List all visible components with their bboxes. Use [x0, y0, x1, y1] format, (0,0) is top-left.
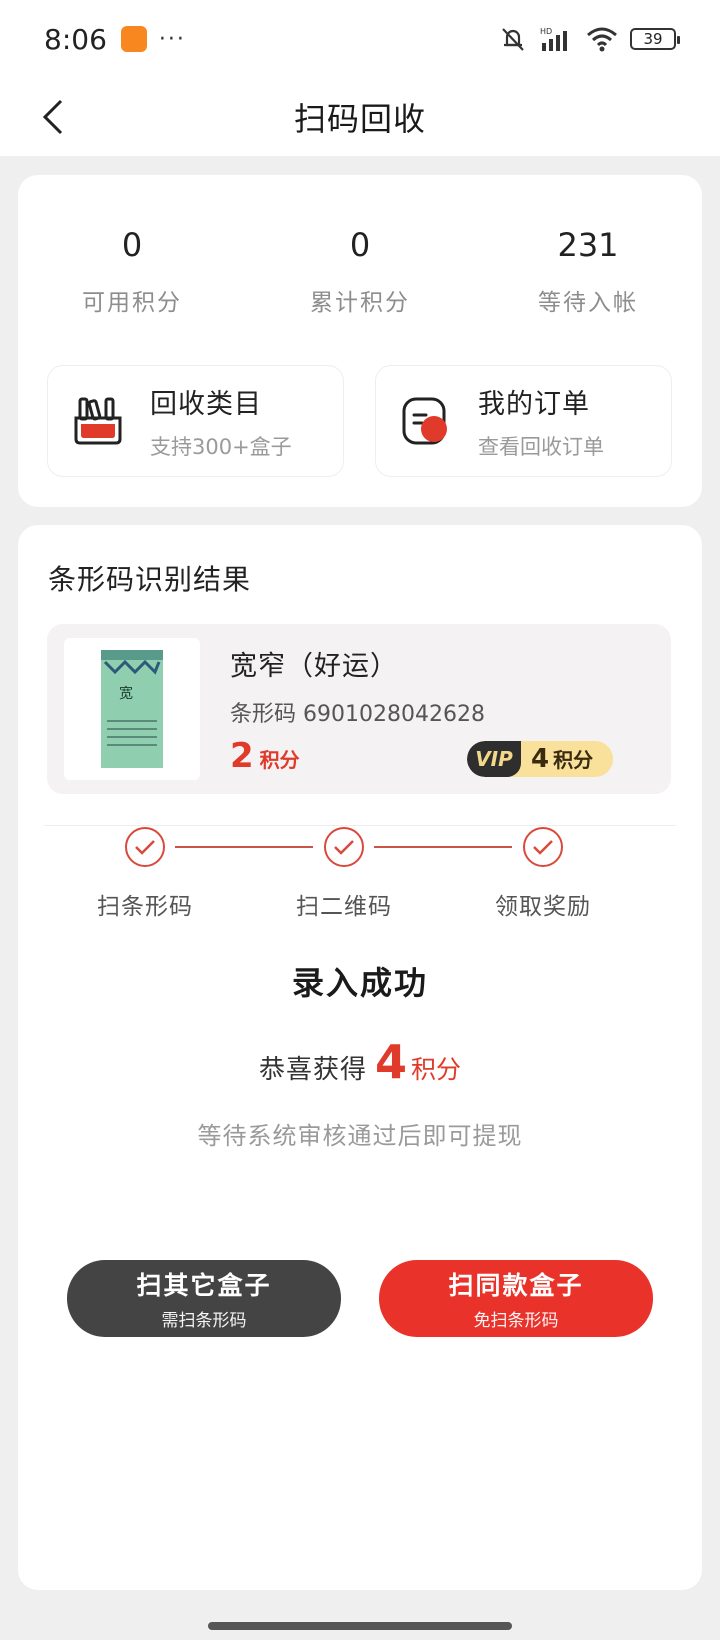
button-title: 扫其它盒子 [136, 1271, 272, 1300]
app-notification-icon [120, 26, 147, 52]
step-check-icon [324, 827, 364, 867]
nav-bar: 扫码回收 [0, 78, 720, 156]
status-time: 8:06 [44, 22, 107, 56]
stat-label: 等待入帐 [538, 290, 638, 316]
scan-other-box-button[interactable]: 扫其它盒子 需扫条形码 [67, 1260, 341, 1337]
scan-same-box-button[interactable]: 扫同款盒子 免扫条形码 [379, 1260, 653, 1337]
recycle-category-button[interactable]: 回收类目 支持300+盒子 [47, 365, 344, 477]
order-list-icon [402, 397, 447, 445]
reward-points: 4 [374, 1035, 407, 1089]
recycle-bin-icon [74, 397, 122, 445]
battery-icon: 39 [630, 28, 680, 50]
button-subtitle: 免扫条形码 [473, 1311, 559, 1331]
stat-available-points: 0 可用积分 [18, 223, 246, 317]
product-name: 宽窄（好运） [230, 651, 398, 682]
shortcut-title: 我的订单 [478, 388, 590, 420]
step-label: 扫条形码 [97, 894, 193, 920]
points-unit: 积分 [259, 748, 300, 772]
vip-points-badge: VIP 4 积分 [467, 741, 613, 777]
product-points: 2 积分 [230, 736, 300, 776]
svg-text:HD: HD [540, 27, 552, 36]
shortcut-subtitle: 支持300+盒子 [150, 434, 292, 459]
product-card: 宽 宽窄（好运） 条形码 6901028042628 2 积分 VIP 4 积分 [47, 624, 671, 794]
stat-pending-points: 231 等待入帐 [474, 223, 702, 317]
shortcut-subtitle: 查看回收订单 [478, 434, 604, 459]
points-value: 2 [230, 736, 254, 776]
step-label: 领取奖励 [495, 894, 591, 920]
wifi-icon [587, 27, 617, 52]
signal-icon: HD [540, 27, 567, 51]
reward-unit: 积分 [411, 1055, 462, 1084]
points-summary-card: 0 可用积分 0 累计积分 231 等待入帐 回收类目 支持300+盒子 我的订… [18, 175, 702, 507]
mute-icon [502, 28, 524, 51]
section-title: 条形码识别结果 [48, 563, 252, 596]
cigarette-box-image: 宽 [101, 650, 163, 768]
step-claim-reward: 领取奖励 [473, 827, 613, 921]
stat-value: 0 [121, 226, 143, 264]
success-title: 录入成功 [291, 964, 428, 1002]
vip-points: 4 积分 [531, 744, 593, 774]
shortcut-text: 我的订单 查看回收订单 [478, 382, 604, 461]
stat-value: 0 [349, 226, 371, 264]
my-orders-button[interactable]: 我的订单 查看回收订单 [375, 365, 672, 477]
barcode-result-card: 条形码识别结果 宽 宽窄（好运） 条形码 6901028042628 2 积分 … [18, 525, 702, 1590]
divider [44, 825, 676, 826]
home-indicator[interactable] [208, 1622, 512, 1630]
button-title: 扫同款盒子 [448, 1271, 584, 1300]
product-image: 宽 [64, 638, 200, 780]
shortcut-title: 回收类目 [150, 388, 262, 420]
status-bar: 8:06 ··· HD 39 [0, 0, 720, 78]
vip-points-value: 4 [531, 744, 550, 774]
stat-label: 可用积分 [82, 290, 182, 316]
chevron-left-icon [42, 99, 63, 135]
back-button[interactable] [28, 92, 78, 142]
status-icons: HD 39 [498, 25, 680, 53]
reward-message: 恭喜获得 4 积分 [18, 1035, 702, 1089]
step-scan-barcode: 扫条形码 [75, 827, 215, 921]
stat-label: 累计积分 [310, 290, 410, 316]
vip-tag: VIP [467, 741, 521, 777]
step-check-icon [125, 827, 165, 867]
stats-row: 0 可用积分 0 累计积分 231 等待入帐 [18, 223, 702, 317]
step-check-icon [523, 827, 563, 867]
page-title: 扫码回收 [293, 100, 426, 138]
reward-prefix: 恭喜获得 [258, 1055, 367, 1085]
more-notifications-icon: ··· [158, 26, 186, 52]
step-scan-qrcode: 扫二维码 [274, 827, 414, 921]
svg-text:宽: 宽 [119, 685, 133, 702]
vip-points-unit: 积分 [553, 748, 594, 772]
stat-total-points: 0 累计积分 [246, 223, 474, 317]
shortcut-text: 回收类目 支持300+盒子 [150, 382, 292, 461]
button-subtitle: 需扫条形码 [161, 1311, 247, 1331]
stat-value: 231 [557, 226, 619, 264]
step-label: 扫二维码 [296, 894, 392, 920]
pending-note: 等待系统审核通过后即可提现 [197, 1122, 523, 1150]
product-barcode: 条形码 6901028042628 [230, 702, 485, 727]
